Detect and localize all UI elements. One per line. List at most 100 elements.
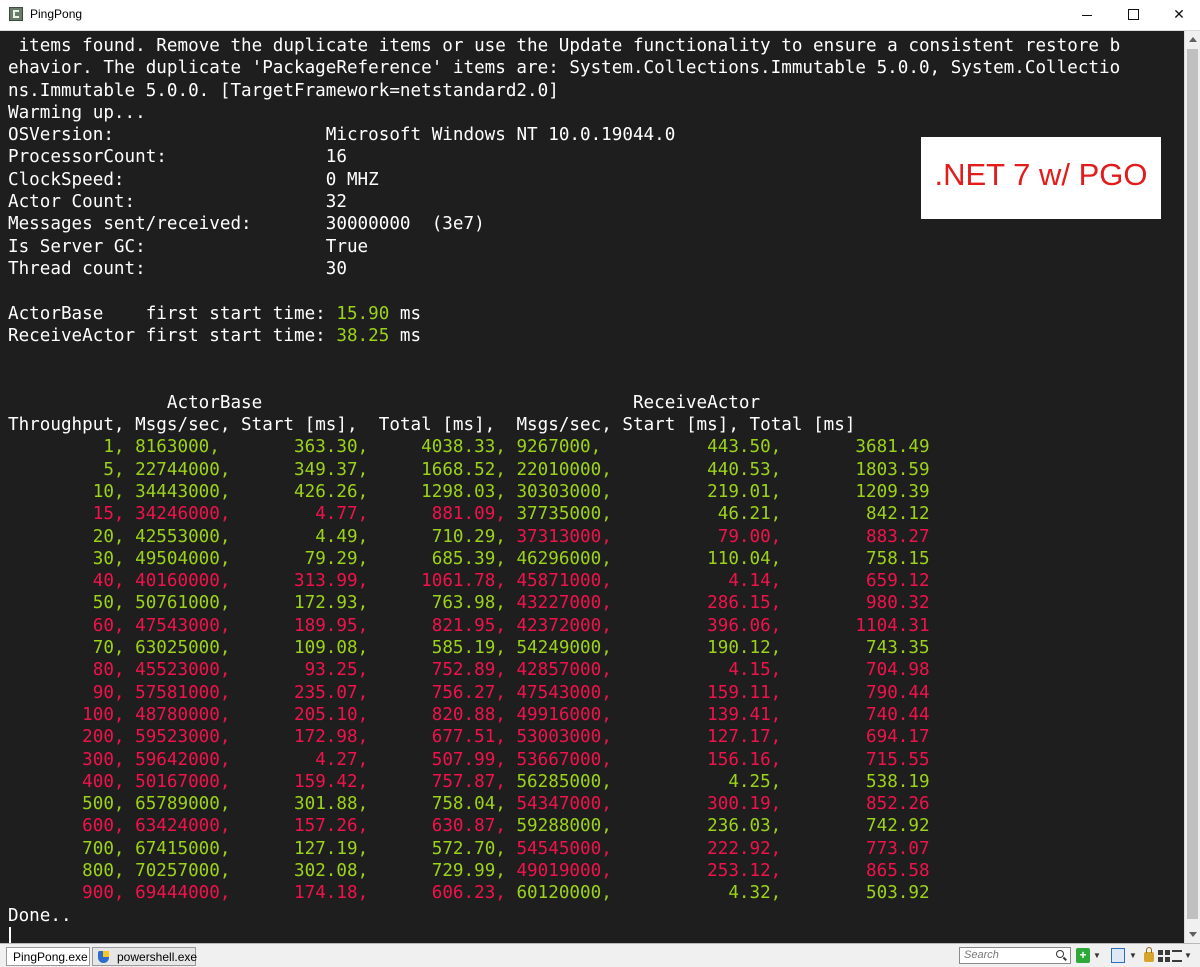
start-time-unit: ms [389,303,422,324]
cell-receiveactor-start: 443.50, [632,437,782,458]
search-icon[interactable] [1056,950,1064,958]
task-powershell[interactable]: powershell.exe [92,947,197,966]
maximize-button[interactable] [1110,0,1156,30]
cell-actorbase-start: 109.08, [241,638,369,659]
info-key: Thread count: [8,258,326,279]
cell-receiveactor-msgs: 37735000, [505,504,633,525]
cell-actorbase-start: 157.26, [241,816,369,837]
scroll-down-icon[interactable] [1189,932,1197,937]
minimize-button[interactable] [1064,0,1110,30]
search-input[interactable]: Search [959,947,1071,964]
cell-actorbase-total: 685.39, [368,548,506,569]
cell-actorbase-msgs: 50167000, [124,771,242,792]
info-key: Messages sent/received: [8,214,326,235]
info-key: Is Server GC: [8,236,326,257]
cell-receiveactor-msgs: 59288000, [505,816,633,837]
cell-actorbase-total: 507.99, [368,749,506,770]
cell-throughput: 500, [8,794,125,815]
table-row: 15, 34246000, 4.77, 881.09, 37735000, 46… [8,503,1184,525]
task-pingpong[interactable]: PingPong.exe [6,947,90,966]
cell-actorbase-msgs: 50761000, [124,593,242,614]
cell-throughput: 20, [8,526,125,547]
cell-actorbase-total: 881.09, [368,504,506,525]
version-overlay: .NET 7 w/ PGO [921,137,1161,219]
cell-receiveactor-msgs: 22010000, [505,459,633,480]
cell-throughput: 600, [8,816,125,837]
info-value: 0 MHZ [325,169,379,190]
start-time-label: ActorBase first start time: [8,303,337,324]
console-area[interactable]: items found. Remove the duplicate items … [0,31,1184,943]
dropdown-icon[interactable]: ▼ [1129,948,1137,963]
group-header-line: ActorBase ReceiveActor [8,392,1184,414]
scroll-up-icon[interactable] [1189,37,1197,42]
cell-receiveactor-msgs: 54347000, [505,794,633,815]
grid-view-icon[interactable] [1158,950,1170,962]
cell-actorbase-start: 159.42, [241,771,369,792]
table-row: 100, 48780000, 205.10, 820.88, 49916000,… [8,704,1184,726]
close-button[interactable]: ✕ [1156,0,1200,30]
title-bar: PingPong ✕ [0,0,1200,31]
column-header: Total [ms] [738,415,856,436]
cell-receiveactor-start: 46.21, [632,504,782,525]
cell-actorbase-total: 710.29, [368,526,506,547]
table-row: 900, 69444000, 174.18, 606.23, 60120000,… [8,882,1184,904]
cell-receiveactor-start: 110.04, [632,548,782,569]
app-icon [9,7,23,21]
cell-actorbase-total: 757.87, [368,771,506,792]
table-row: 1, 8163000, 363.30, 4038.33, 9267000, 44… [8,436,1184,458]
cell-receiveactor-msgs: 47543000, [505,682,633,703]
dropdown-icon[interactable]: ▼ [1184,948,1192,963]
cell-receiveactor-total: 743.35 [781,638,930,659]
cell-throughput: 70, [8,638,125,659]
cell-receiveactor-total: 773.07 [781,838,930,859]
cell-actorbase-msgs: 40160000, [124,571,242,592]
cell-receiveactor-msgs: 53003000, [505,727,633,748]
lock-icon[interactable] [1144,947,1154,962]
scroll-thumb[interactable] [1187,49,1198,919]
cell-actorbase-start: 301.88, [241,794,369,815]
cell-actorbase-msgs: 59642000, [124,749,242,770]
cell-actorbase-msgs: 57581000, [124,682,242,703]
search-placeholder: Search [964,949,999,961]
cell-actorbase-total: 820.88, [368,704,506,725]
column-header: Msgs/sec, [124,415,231,436]
cell-receiveactor-msgs: 46296000, [505,548,633,569]
cell-actorbase-msgs: 59523000, [124,727,242,748]
warning-text: ns.Immutable 5.0.0. [TargetFramework=net… [8,80,559,101]
cell-actorbase-start: 172.98, [241,727,369,748]
cell-actorbase-start: 426.26, [241,481,369,502]
cell-actorbase-total: 1668.52, [368,459,506,480]
start-time-unit: ms [389,325,422,346]
warning-line: items found. Remove the duplicate items … [8,35,1184,57]
cell-throughput: 80, [8,660,125,681]
info-value: 16 [325,147,347,168]
add-tab-icon[interactable]: + [1076,948,1090,963]
dropdown-icon[interactable]: ▼ [1093,948,1101,963]
table-row: 80, 45523000, 93.25, 752.89, 42857000, 4… [8,659,1184,681]
maximize-icon [1128,9,1139,20]
cell-actorbase-msgs: 65789000, [124,794,242,815]
column-header: Throughput, [8,415,125,436]
table-row: 800, 70257000, 302.08, 729.99, 49019000,… [8,860,1184,882]
cell-receiveactor-total: 742.92 [781,816,930,837]
table-row: 300, 59642000, 4.27, 507.99, 53667000, 1… [8,749,1184,771]
minimize-icon [1082,15,1092,16]
cell-receiveactor-total: 715.55 [781,749,930,770]
cell-throughput: 30, [8,548,125,569]
table-row: 500, 65789000, 301.88, 758.04, 54347000,… [8,793,1184,815]
cell-receiveactor-total: 1209.39 [781,481,930,502]
list-view-icon[interactable] [1172,950,1182,962]
vertical-scrollbar[interactable] [1184,31,1200,943]
cell-receiveactor-total: 740.44 [781,704,930,725]
info-key: ProcessorCount: [8,147,326,168]
info-key: Actor Count: [8,192,326,213]
info-value: 32 [325,192,347,213]
cell-receiveactor-start: 156.16, [632,749,782,770]
window-tile-icon[interactable] [1111,948,1125,963]
cell-actorbase-total: 763.98, [368,593,506,614]
table-row: 20, 42553000, 4.49, 710.29, 37313000, 79… [8,526,1184,548]
cell-receiveactor-start: 4.15, [632,660,782,681]
